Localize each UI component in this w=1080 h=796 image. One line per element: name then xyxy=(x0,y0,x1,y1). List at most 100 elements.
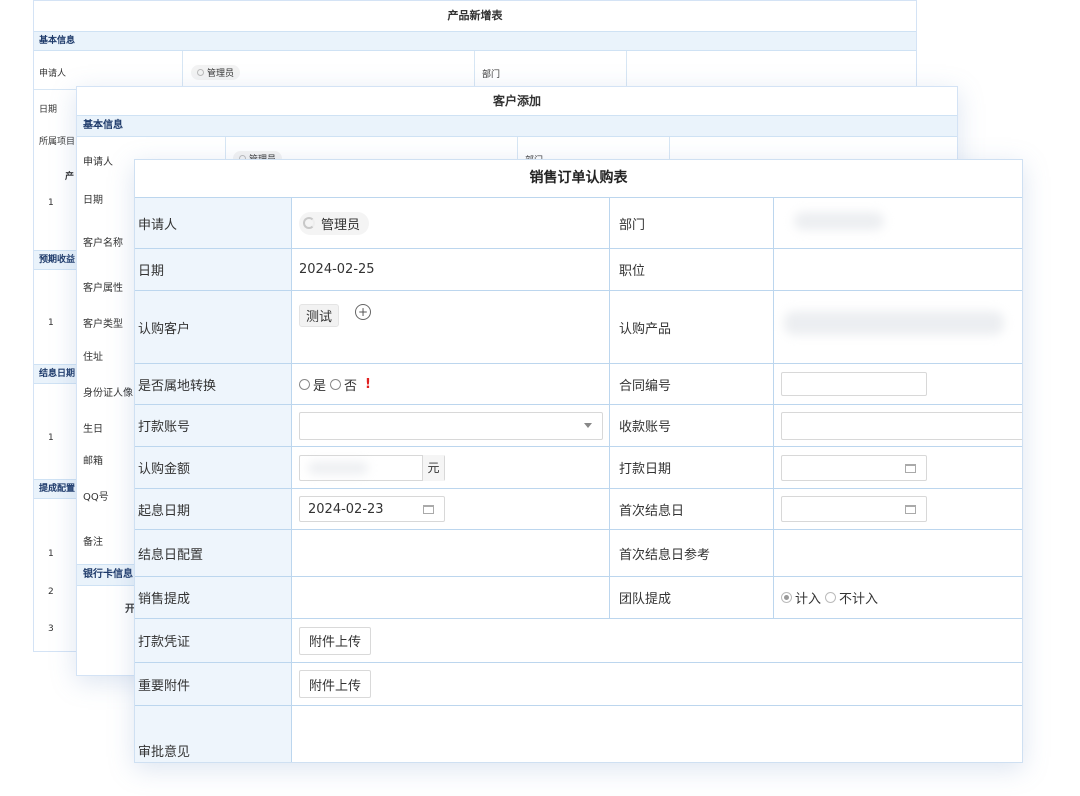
customer-name-label: 客户名称 xyxy=(83,238,123,249)
applicant-label: 申请人 xyxy=(39,69,67,79)
sales-order-form-card: 销售订单认购表 申请人 管理员 部门 日期 2024-02-25 职位 认购客户… xyxy=(134,159,1023,763)
calendar-icon xyxy=(905,505,916,514)
section-basic-info: 基本信息 xyxy=(34,31,916,51)
row-customer: 认购客户 测试 + 认购产品 xyxy=(135,291,1022,364)
settle-config-label: 结息日配置 xyxy=(135,530,292,576)
date-label: 日期 xyxy=(39,105,58,115)
team-commission-label: 团队提成 xyxy=(610,577,774,618)
qq-label: QQ号 xyxy=(83,492,109,503)
team-commission-radio-group: 计入 不计入 xyxy=(774,577,1022,618)
first-settle-ref-value xyxy=(774,530,1022,576)
customer-type-label: 客户类型 xyxy=(83,319,123,330)
first-settle-input[interactable] xyxy=(781,496,927,522)
avatar-icon xyxy=(303,217,315,229)
id-photo-label: 身份证人像 xyxy=(83,388,133,399)
calendar-icon xyxy=(905,463,916,473)
row-settle-config: 结息日配置 首次结息日参考 xyxy=(135,530,1022,577)
divider xyxy=(669,137,670,161)
date-value: 2024-02-25 xyxy=(292,249,610,290)
row-number: 1 xyxy=(48,318,54,328)
radio-yes-label: 是 xyxy=(313,378,327,394)
radio-exclude-label: 不计入 xyxy=(839,592,879,607)
redacted-value xyxy=(308,461,368,474)
first-settle-cell xyxy=(774,489,1022,529)
add-customer-icon[interactable]: + xyxy=(355,304,372,320)
dept-label: 部门 xyxy=(482,70,501,80)
applicant-label: 申请人 xyxy=(135,198,292,248)
divider xyxy=(225,137,226,161)
divider xyxy=(626,51,627,91)
row-start-date: 起息日期 2024-02-23 首次结息日 xyxy=(135,489,1022,530)
redacted-value xyxy=(784,311,1004,335)
divider xyxy=(182,51,183,91)
approval-textarea[interactable] xyxy=(292,706,1022,762)
receive-account-input[interactable] xyxy=(781,411,1022,440)
important-attach-label: 重要附件 xyxy=(135,663,292,705)
convert-label: 是否属地转换 xyxy=(135,364,292,404)
remark-label: 备注 xyxy=(83,537,103,548)
avatar-icon xyxy=(197,69,204,76)
row-amount: 认购金额 元 打款日期 xyxy=(135,447,1022,489)
section-basic-info: 基本信息 xyxy=(77,115,957,137)
divider xyxy=(517,137,518,161)
chevron-down-icon xyxy=(584,422,592,428)
applicant-value: 管理员 xyxy=(207,69,235,79)
row-applicant: 申请人 管理员 部门 xyxy=(135,198,1022,249)
important-attach-cell: 附件上传 xyxy=(292,663,1022,705)
amount-input[interactable]: 元 xyxy=(299,454,445,481)
applicant-cell: 管理员 xyxy=(292,198,610,248)
row-number: 3 xyxy=(48,624,54,634)
important-attach-upload-button[interactable]: 附件上传 xyxy=(299,670,372,698)
pay-account-select[interactable] xyxy=(299,411,603,440)
product-value xyxy=(774,291,1022,363)
radio-no[interactable] xyxy=(330,378,342,390)
applicant-value: 管理员 xyxy=(321,217,361,233)
row-number: 1 xyxy=(48,433,54,443)
email-label: 邮箱 xyxy=(83,456,103,467)
customer-cell: 测试 + xyxy=(292,291,610,363)
row-number: 1 xyxy=(48,198,54,208)
row-pay-voucher: 打款凭证 附件上传 xyxy=(135,619,1022,663)
position-value xyxy=(774,249,1022,290)
applicant-tag[interactable]: 管理员 xyxy=(299,211,370,235)
divider xyxy=(474,51,475,91)
birthday-label: 生日 xyxy=(83,424,103,435)
pay-date-input[interactable] xyxy=(781,454,927,481)
form-title: 销售订单认购表 xyxy=(529,170,628,186)
contract-label: 合同编号 xyxy=(610,364,774,404)
amount-label: 认购金额 xyxy=(135,447,292,488)
row-approval: 审批意见 xyxy=(135,706,1022,762)
pay-date-cell xyxy=(774,447,1022,488)
radio-exclude[interactable] xyxy=(825,592,837,603)
row-number: 1 xyxy=(48,549,54,559)
start-date-cell: 2024-02-23 xyxy=(292,489,610,529)
row-number: 2 xyxy=(48,587,54,597)
sales-commission-value xyxy=(292,577,610,618)
customer-attr-label: 客户属性 xyxy=(83,283,123,294)
start-date-input[interactable]: 2024-02-23 xyxy=(299,496,445,522)
radio-yes[interactable] xyxy=(299,378,310,390)
convert-radio-group: 是 否 ! xyxy=(292,364,610,404)
row-date: 日期 2024-02-25 职位 xyxy=(135,249,1022,291)
product-form-title: 产品新增表 xyxy=(447,9,503,22)
receive-account-cell xyxy=(774,405,1022,446)
required-mark: ! xyxy=(365,376,371,392)
calendar-icon xyxy=(423,505,434,514)
radio-include[interactable] xyxy=(781,592,792,603)
row-commission: 销售提成 团队提成 计入 不计入 xyxy=(135,577,1022,619)
dept-value xyxy=(774,198,1022,248)
redacted-value xyxy=(794,212,884,230)
contract-input[interactable] xyxy=(781,372,927,396)
pay-date-label: 打款日期 xyxy=(610,447,774,488)
form-grid: 申请人 管理员 部门 日期 2024-02-25 职位 认购客户 测试 + 认购… xyxy=(135,197,1022,762)
first-settle-ref-label: 首次结息日参考 xyxy=(610,530,774,576)
contract-cell xyxy=(774,364,1022,404)
project-label: 所属项目 xyxy=(39,137,76,147)
pay-account-label: 打款账号 xyxy=(135,405,292,446)
applicant-tag: 管理员 xyxy=(191,65,241,80)
settle-config-value xyxy=(292,530,610,576)
sales-commission-label: 销售提成 xyxy=(135,577,292,618)
date-label: 日期 xyxy=(83,195,103,206)
customer-tag[interactable]: 测试 xyxy=(299,304,340,327)
pay-voucher-upload-button[interactable]: 附件上传 xyxy=(299,626,372,655)
